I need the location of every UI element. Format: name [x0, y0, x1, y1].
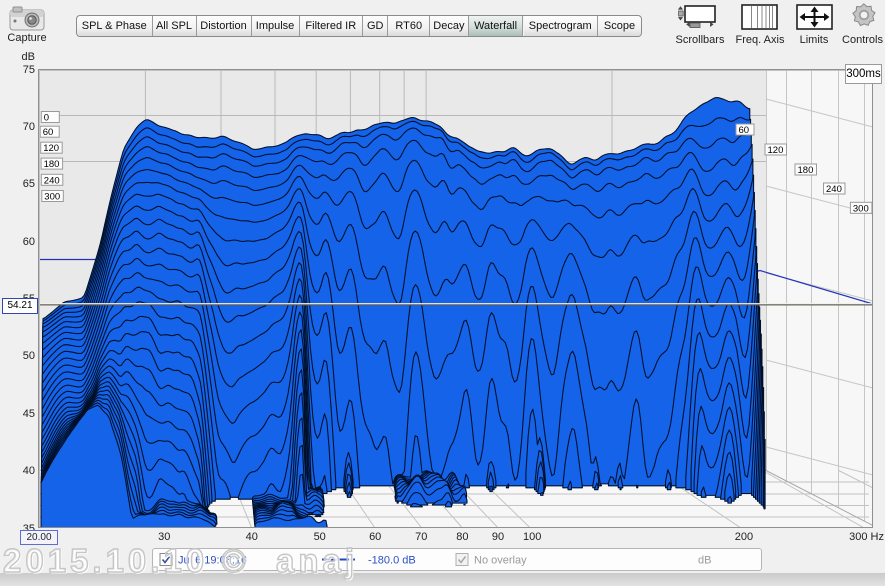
svg-text:-180.0 dB: -180.0 dB — [368, 555, 416, 567]
svg-text:No overlay: No overlay — [474, 555, 527, 567]
svg-text:180: 180 — [798, 165, 814, 176]
svg-text:60: 60 — [739, 125, 750, 136]
svg-text:0: 0 — [44, 113, 49, 124]
svg-text:dB: dB — [698, 555, 711, 567]
svg-text:300: 300 — [44, 192, 60, 203]
svg-text:240: 240 — [44, 175, 60, 186]
svg-text:180: 180 — [44, 159, 60, 170]
svg-text:120: 120 — [43, 143, 59, 154]
svg-text:240: 240 — [826, 184, 842, 195]
svg-text:300: 300 — [853, 203, 869, 214]
svg-text:120: 120 — [768, 145, 784, 156]
svg-text:60: 60 — [43, 127, 54, 138]
